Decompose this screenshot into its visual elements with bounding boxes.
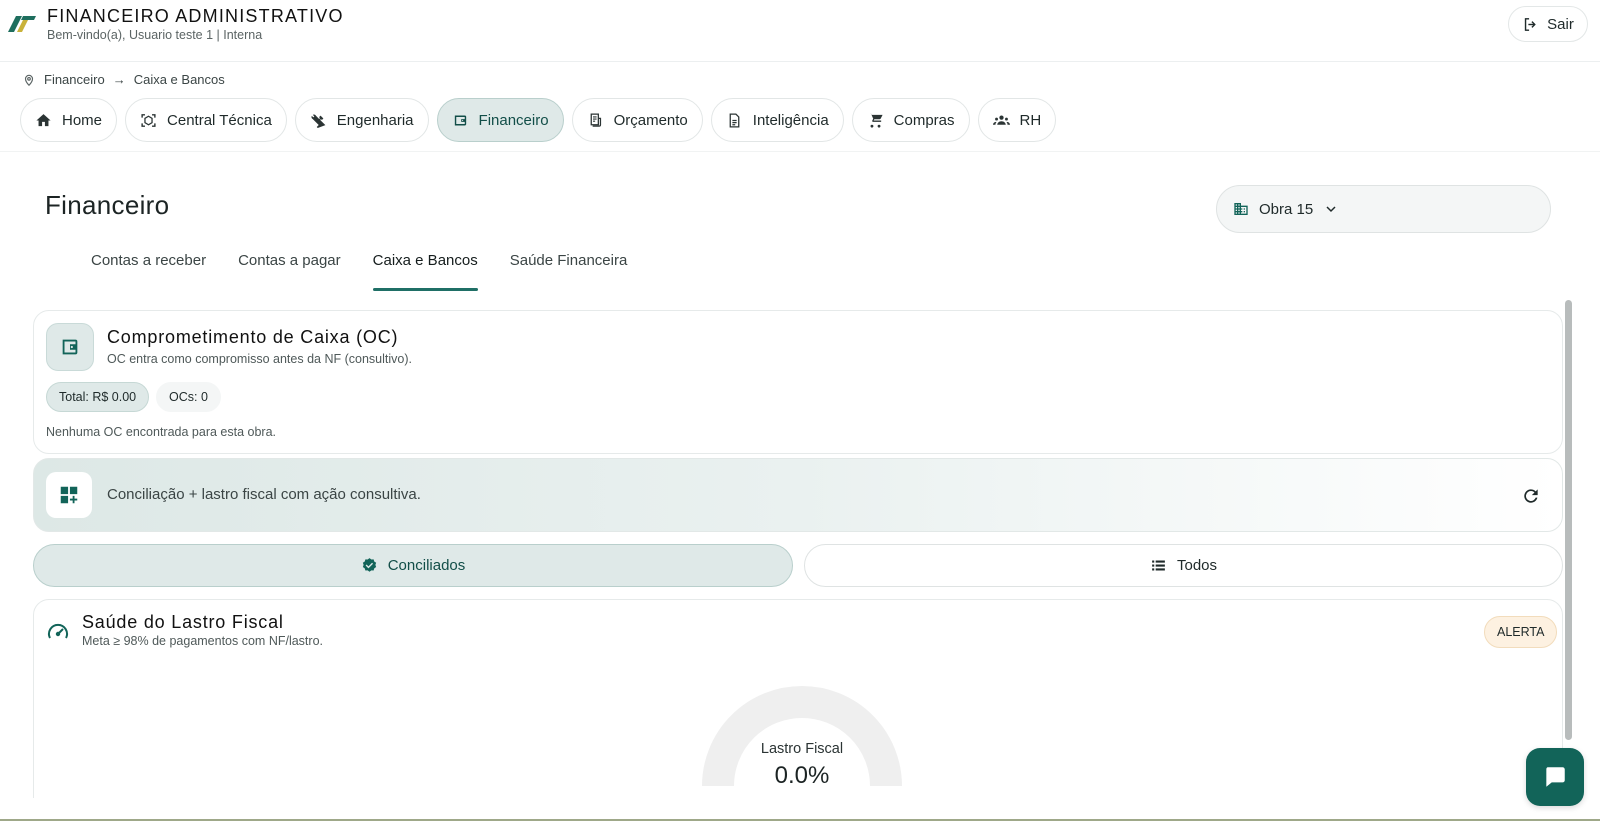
breadcrumb: Financeiro → Caixa e Bancos: [22, 72, 225, 87]
module-rh[interactable]: RH: [977, 98, 1057, 142]
tab-contas-pagar[interactable]: Contas a pagar: [222, 252, 357, 292]
list-icon: [1152, 560, 1165, 571]
saude-card-subtitle: Meta ≥ 98% de pagamentos com NF/lastro.: [82, 634, 323, 648]
chat-bubble-icon: [1546, 767, 1565, 787]
module-label: Central Técnica: [167, 111, 272, 129]
module-inteligencia[interactable]: Inteligência: [710, 98, 844, 142]
oc-empty-message: Nenhuma OC encontrada para esta obra.: [46, 425, 276, 439]
gauge-label: Lastro Fiscal: [760, 741, 844, 757]
location-pin-icon: [24, 74, 34, 86]
verified-check-icon: [362, 558, 376, 572]
filter-todos-label: Todos: [1176, 557, 1218, 574]
tab-caixa-bancos[interactable]: Caixa e Bancos: [357, 252, 494, 292]
logout-label: Sair: [1547, 15, 1574, 33]
saude-lastro-card: Saúde do Lastro Fiscal Meta ≥ 98% de pag…: [33, 599, 1563, 798]
oc-card: Comprometimento de Caixa (OC) OC entra c…: [33, 310, 1563, 454]
page-title: Financeiro: [45, 190, 170, 220]
filter-conciliados-label: Conciliados: [387, 557, 466, 574]
building-icon: [1234, 203, 1248, 215]
scrollbar-thumb[interactable]: [1565, 300, 1572, 740]
oc-card-subtitle: OC entra como compromisso antes da NF (c…: [107, 352, 412, 366]
home-icon: [36, 113, 51, 126]
refresh-icon: [1524, 489, 1538, 503]
module-label: RH: [1019, 111, 1042, 129]
cart-icon: [868, 112, 883, 128]
scan-icon: [141, 113, 156, 127]
subtabs: Contas a receber Contas a pagar Caixa e …: [75, 252, 643, 292]
module-label: Engenharia: [336, 111, 414, 129]
tools-icon: [311, 114, 326, 128]
bottom-border: [0, 819, 1600, 821]
obra-select[interactable]: Obra 15: [1216, 185, 1551, 233]
refresh-button[interactable]: [1518, 483, 1544, 509]
obra-selected-value: Obra 15: [1259, 200, 1314, 218]
wallet-icon: [62, 339, 78, 355]
chat-button[interactable]: [1526, 748, 1584, 806]
module-financeiro[interactable]: Financeiro: [436, 98, 564, 142]
logout-icon: [1524, 17, 1536, 31]
module-orcamento[interactable]: Orçamento: [571, 98, 703, 142]
logout-button[interactable]: Sair: [1508, 6, 1588, 42]
oc-icon-box: [46, 323, 94, 371]
wallet-icon: [454, 115, 466, 125]
receipt-icon: [590, 112, 601, 127]
module-label: Inteligência: [752, 111, 829, 129]
breadcrumb-item-caixa-bancos: Caixa e Bancos: [133, 72, 225, 87]
welcome-text: Bem-vindo(a), Usuario teste 1 | Interna: [47, 28, 263, 42]
breadcrumb-separator: →: [112, 72, 126, 87]
module-nav: Home Central Técnica Engenharia Financei…: [20, 98, 1057, 142]
document-icon: [729, 112, 740, 128]
app-title: FINANCEIRO ADMINISTRATIVO: [47, 6, 344, 26]
conciliacao-text: Conciliação + lastro fiscal com ação con…: [107, 486, 421, 503]
module-central-tecnica[interactable]: Central Técnica: [125, 98, 287, 142]
module-label: Orçamento: [613, 111, 688, 129]
people-icon: [992, 115, 1010, 125]
gauge-value: 0.0%: [774, 762, 830, 789]
breadcrumb-item-financeiro[interactable]: Financeiro: [44, 72, 105, 87]
module-compras[interactable]: Compras: [851, 98, 970, 142]
top-bar: FINANCEIRO ADMINISTRATIVO Bem-vindo(a), …: [0, 0, 1600, 62]
module-label: Home: [62, 111, 103, 129]
oc-card-title: Comprometimento de Caixa (OC): [107, 327, 399, 347]
saude-card-title: Saúde do Lastro Fiscal: [82, 612, 284, 632]
module-label: Financeiro: [478, 111, 549, 129]
content-area: Comprometimento de Caixa (OC) OC entra c…: [0, 300, 1600, 798]
status-badge: ALERTA: [1484, 616, 1558, 648]
dashboard-add-icon: [60, 486, 78, 504]
logo-icon: [8, 16, 36, 32]
chevron-down-icon: [1326, 206, 1336, 213]
scrollbar[interactable]: [1564, 300, 1572, 788]
ocs-count-chip: OCs: 0: [156, 382, 221, 412]
module-label: Compras: [893, 111, 955, 129]
total-chip: Total: R$ 0.00: [46, 382, 150, 412]
tab-saude-financeira[interactable]: Saúde Financeira: [494, 252, 644, 292]
module-engenharia[interactable]: Engenharia: [294, 98, 429, 142]
conciliacao-card: Conciliação + lastro fiscal com ação con…: [33, 458, 1563, 532]
tab-contas-receber[interactable]: Contas a receber: [75, 252, 222, 292]
conciliacao-icon-box: [46, 472, 92, 518]
module-home[interactable]: Home: [20, 98, 118, 142]
filter-conciliados-button[interactable]: Conciliados: [33, 544, 793, 587]
filter-todos-button[interactable]: Todos: [804, 544, 1563, 587]
speedometer-icon: [48, 623, 68, 639]
